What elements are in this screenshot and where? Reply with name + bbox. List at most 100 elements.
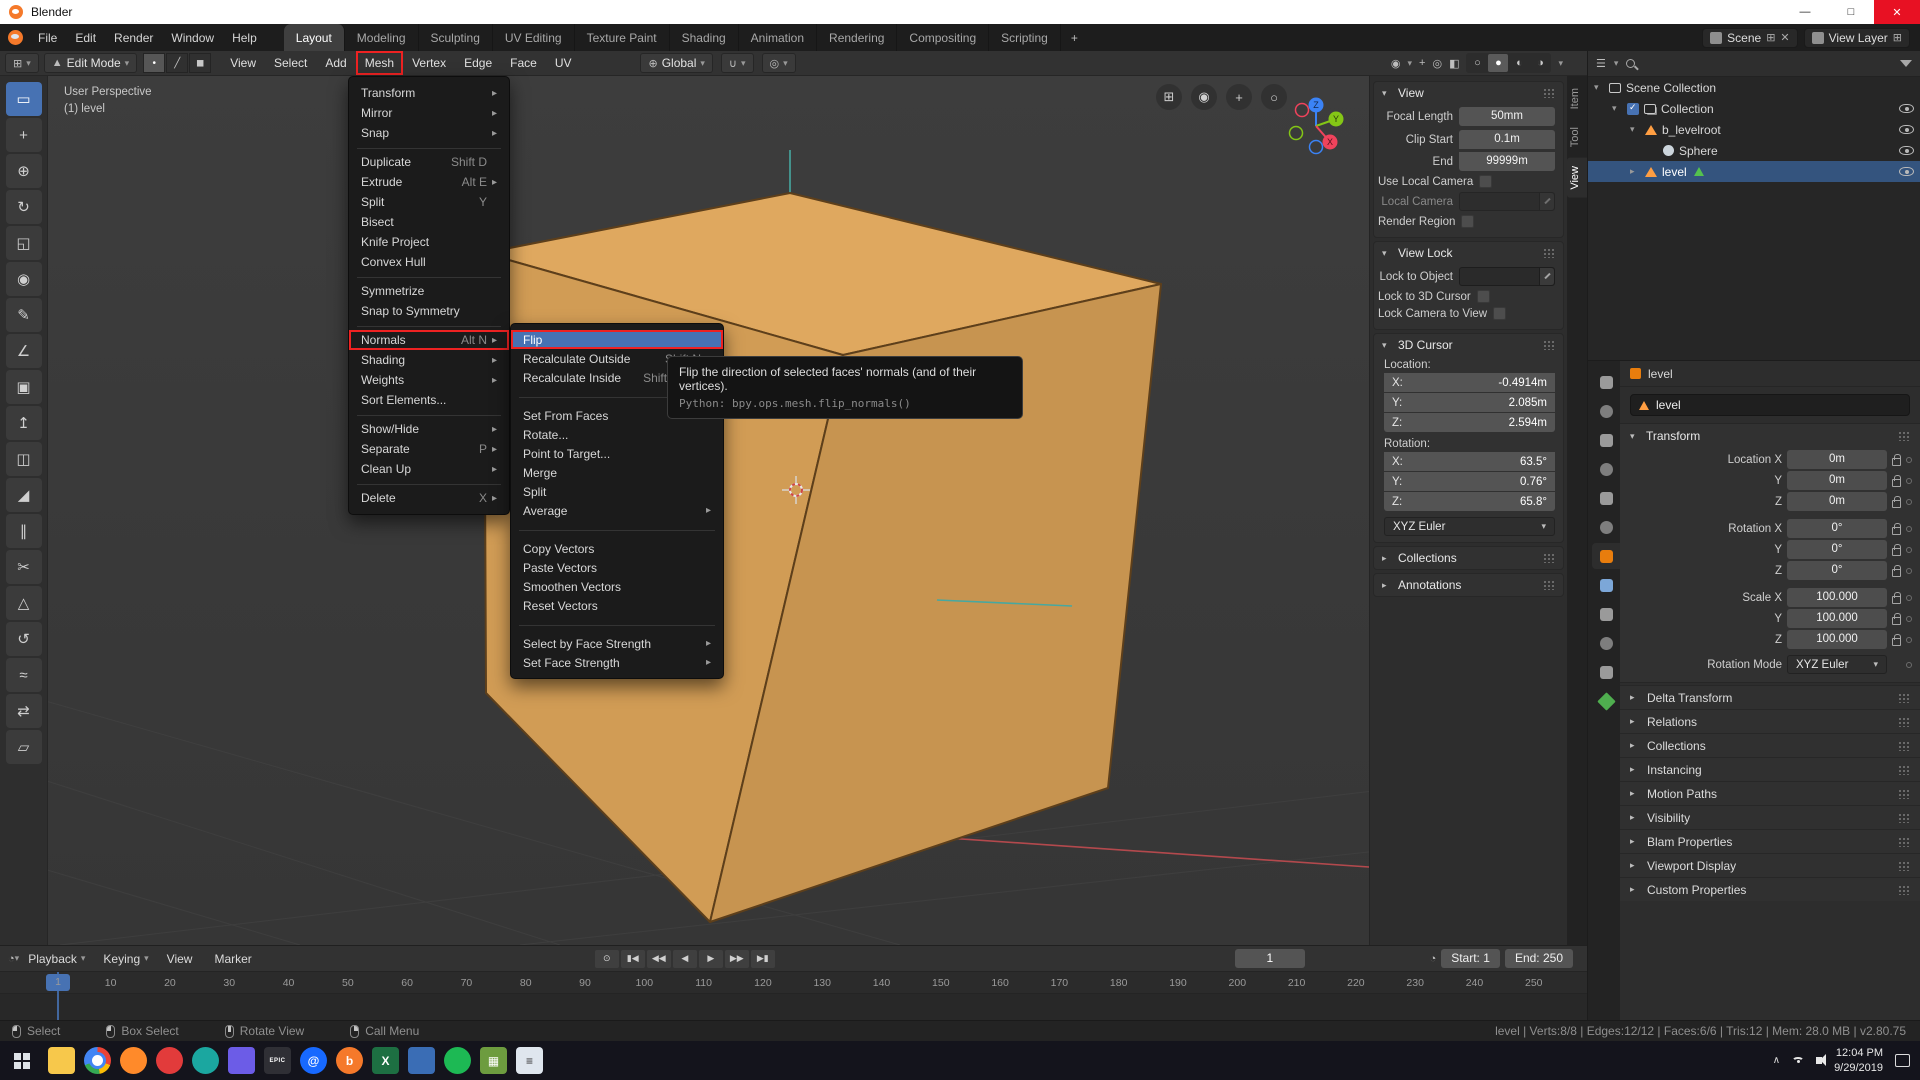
panel-drag-dots[interactable] <box>1898 837 1910 847</box>
jump-to-end-button[interactable]: ▶▮ <box>751 950 775 968</box>
notepad-icon[interactable]: ≡ <box>516 1047 543 1074</box>
mesh-menu-item[interactable]: Normals Alt N ▸ <box>349 330 509 350</box>
minimize-button[interactable]: — <box>1782 0 1828 24</box>
shear-tool[interactable]: ▱ <box>6 730 42 764</box>
frame-end-field[interactable]: End: 250 <box>1505 949 1573 968</box>
lock-camera-to-view-checkbox[interactable] <box>1493 307 1506 320</box>
focal-length-field[interactable]: 50mm <box>1459 107 1555 126</box>
properties-collapsed-panel[interactable]: ▸ Custom Properties <box>1620 877 1920 901</box>
visibility-eye-icon[interactable] <box>1899 146 1914 155</box>
mesh-menu-item[interactable]: Clean Up ▸ <box>349 459 509 479</box>
properties-tab-physics[interactable] <box>1592 630 1620 656</box>
opera-icon[interactable] <box>156 1047 183 1074</box>
cursor-location-axis-field[interactable]: Z: 2.594m <box>1384 413 1555 432</box>
view-panel-header[interactable]: ▾ View <box>1374 82 1563 104</box>
viewport-menu-item[interactable]: Mesh <box>356 51 403 75</box>
animate-decorator-icon[interactable] <box>1906 637 1912 643</box>
outliner-row[interactable]: ▾ Collection <box>1588 98 1920 119</box>
unlink-scene-icon[interactable]: ✕ <box>1780 31 1789 44</box>
animate-decorator-icon[interactable] <box>1906 526 1912 532</box>
clip-end-field[interactable]: 99999m <box>1459 152 1555 171</box>
outliner-row[interactable]: Sphere <box>1588 140 1920 161</box>
cursor-rotation-mode-dropdown[interactable]: XYZ Euler ▾ <box>1384 517 1555 536</box>
mesh-menu-item[interactable]: Knife Project <box>349 232 509 252</box>
mesh-menu-item[interactable]: Transform ▸ <box>349 83 509 103</box>
transform-value-field[interactable]: 0m <box>1787 450 1887 469</box>
clip-start-field[interactable]: 0.1m <box>1459 130 1555 149</box>
normals-menu-item[interactable]: Split <box>511 482 723 501</box>
panel-drag-dots[interactable] <box>1543 248 1555 258</box>
transform-value-field[interactable]: 0° <box>1787 561 1887 580</box>
minecraft-icon[interactable]: ▦ <box>480 1047 507 1074</box>
workspace-tab[interactable]: Modeling <box>345 24 419 51</box>
workspace-tab[interactable]: Animation <box>739 24 817 51</box>
snap-toggle-button[interactable]: ∪ ▾ <box>721 53 754 73</box>
mesh-menu-item[interactable]: Convex Hull <box>349 252 509 272</box>
properties-collapsed-panel[interactable]: ▸ Viewport Display <box>1620 853 1920 877</box>
viewport-menu-item[interactable]: UV <box>546 51 581 75</box>
start-button[interactable] <box>0 1041 44 1080</box>
panel-drag-dots[interactable] <box>1898 717 1910 727</box>
panel-drag-dots[interactable] <box>1898 431 1910 441</box>
mode-dropdown[interactable]: ▲ Edit Mode ▾ <box>44 53 137 73</box>
new-scene-icon[interactable]: ⊞ <box>1766 31 1775 44</box>
play-reverse-button[interactable]: ◀ <box>673 950 697 968</box>
panel-drag-dots[interactable] <box>1898 765 1910 775</box>
cursor-rotation-axis-field[interactable]: Z: 65.8° <box>1384 492 1555 511</box>
viewport-menu-item[interactable]: Select <box>265 51 316 75</box>
lock-icon[interactable] <box>1892 569 1901 577</box>
cursor-rotation-axis-field[interactable]: X: 63.5° <box>1384 452 1555 471</box>
workspace-tab[interactable]: Compositing <box>897 24 989 51</box>
rendered-shading-button[interactable]: ◑ <box>1530 54 1550 72</box>
viewport-menu-item[interactable]: Vertex <box>403 51 455 75</box>
auto-keyframe-clock-icon[interactable]: ◔ <box>1430 953 1437 965</box>
properties-collapsed-panel[interactable]: ▸ Delta Transform <box>1620 685 1920 709</box>
animate-decorator-icon[interactable] <box>1906 662 1912 668</box>
lock-icon[interactable] <box>1892 479 1901 487</box>
normals-menu-item[interactable]: Select by Face Strength ▸ <box>511 634 723 653</box>
lock-icon[interactable] <box>1892 527 1901 535</box>
poly-build-tool[interactable]: △ <box>6 586 42 620</box>
chrome-icon[interactable] <box>84 1047 111 1074</box>
object-name-field[interactable]: level <box>1630 394 1910 416</box>
panel-drag-dots[interactable] <box>1543 340 1555 350</box>
lock-icon[interactable] <box>1892 596 1901 604</box>
app-menu-item[interactable]: Edit <box>66 24 105 51</box>
lock-icon[interactable] <box>1892 548 1901 556</box>
blue-window-app-icon[interactable] <box>408 1047 435 1074</box>
annotate-tool[interactable]: ✎ <box>6 298 42 332</box>
bevel-tool[interactable]: ◢ <box>6 478 42 512</box>
normals-menu-item[interactable]: Set Face Strength ▸ <box>511 653 723 672</box>
mesh-menu-item[interactable]: Separate P ▸ <box>349 439 509 459</box>
annotations-panel-header[interactable]: ▸ Annotations <box>1374 574 1563 596</box>
timeline-ruler[interactable]: 1 10203040506070809010011012013014015016… <box>0 972 1587 994</box>
mesh-menu-item[interactable]: Snap to Symmetry <box>349 301 509 321</box>
visibility-eye-icon[interactable] <box>1899 104 1914 113</box>
pan-view-icon[interactable]: + <box>1226 84 1252 110</box>
timeline-menu-item[interactable]: Marker <box>205 952 264 966</box>
properties-tab-output[interactable] <box>1592 427 1620 453</box>
normals-menu-item[interactable]: Average ▸ <box>511 501 723 520</box>
mesh-menu-item[interactable]: Shading ▸ <box>349 350 509 370</box>
next-keyframe-button[interactable]: ▶▶ <box>725 950 749 968</box>
mesh-menu-item[interactable]: Show/Hide ▸ <box>349 419 509 439</box>
cursor-3d-panel-header[interactable]: ▾ 3D Cursor <box>1374 334 1563 356</box>
show-gizmo-icon[interactable]: + <box>1419 57 1425 69</box>
mesh-menu-item[interactable]: Snap ▸ <box>349 123 509 143</box>
knife-tool[interactable]: ✂ <box>6 550 42 584</box>
properties-tab-constraints[interactable] <box>1592 659 1620 685</box>
excel-icon[interactable]: X <box>372 1047 399 1074</box>
n-panel-tab[interactable]: View <box>1567 158 1587 198</box>
n-panel-tab[interactable]: Tool <box>1567 119 1587 155</box>
teal-app-icon[interactable] <box>192 1047 219 1074</box>
firefox-icon[interactable] <box>120 1047 147 1074</box>
material-shading-button[interactable]: ◐ <box>1509 54 1529 72</box>
play-button[interactable]: ▶ <box>699 950 723 968</box>
outliner-row[interactable]: ▾ b_levelroot <box>1588 119 1920 140</box>
lock-to-object-field[interactable] <box>1459 267 1555 286</box>
animate-decorator-icon[interactable] <box>1906 499 1912 505</box>
timeline-menu-item[interactable]: Keying ▾ <box>94 952 157 966</box>
eyedropper-icon[interactable] <box>1539 268 1554 285</box>
transform-value-field[interactable]: 0m <box>1787 492 1887 511</box>
notification-center-icon[interactable] <box>1895 1054 1910 1067</box>
